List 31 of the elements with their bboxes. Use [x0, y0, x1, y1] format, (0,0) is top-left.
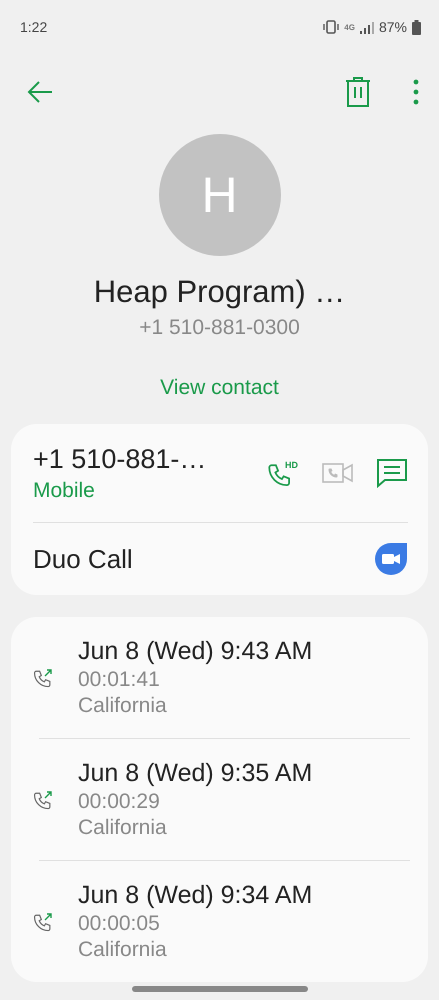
contact-name: Heap Program) … — [94, 274, 346, 310]
contact-number: +1 510-881-0300 — [139, 316, 300, 340]
message-button[interactable] — [376, 458, 408, 488]
call-location: California — [78, 816, 168, 840]
status-time: 1:22 — [20, 19, 48, 35]
network-type: 4G — [344, 22, 355, 32]
number-type: Mobile — [33, 478, 96, 502]
outgoing-call-icon — [32, 788, 54, 810]
call-duration: 00:01:41 — [78, 668, 161, 692]
outgoing-call-icon — [32, 910, 54, 932]
call-duration: 00:00:05 — [78, 912, 161, 936]
call-time: Jun 8 (Wed) 9:43 AM — [78, 637, 312, 666]
duo-call-label: Duo Call — [33, 544, 134, 574]
battery-icon — [412, 20, 421, 34]
phone-number: +1 510-881-… — [33, 444, 208, 474]
view-contact-link[interactable]: View contact — [160, 376, 279, 400]
call-location: California — [78, 694, 168, 718]
signal-icon — [360, 20, 374, 34]
delete-button[interactable] — [345, 77, 371, 107]
call-time: Jun 8 (Wed) 9:34 AM — [78, 881, 312, 910]
call-duration: 00:00:29 — [78, 790, 161, 814]
outgoing-call-icon — [32, 666, 54, 688]
video-camera-icon[interactable] — [374, 542, 408, 576]
hd-call-button[interactable]: HD — [266, 458, 300, 488]
contact-avatar: H — [158, 134, 280, 256]
call-location: California — [78, 938, 168, 962]
call-time: Jun 8 (Wed) 9:35 AM — [78, 759, 312, 788]
more-options-button[interactable] — [413, 79, 419, 105]
battery-percent: 87% — [378, 19, 407, 35]
back-button[interactable] — [26, 80, 54, 104]
vibrate-icon — [323, 20, 340, 34]
